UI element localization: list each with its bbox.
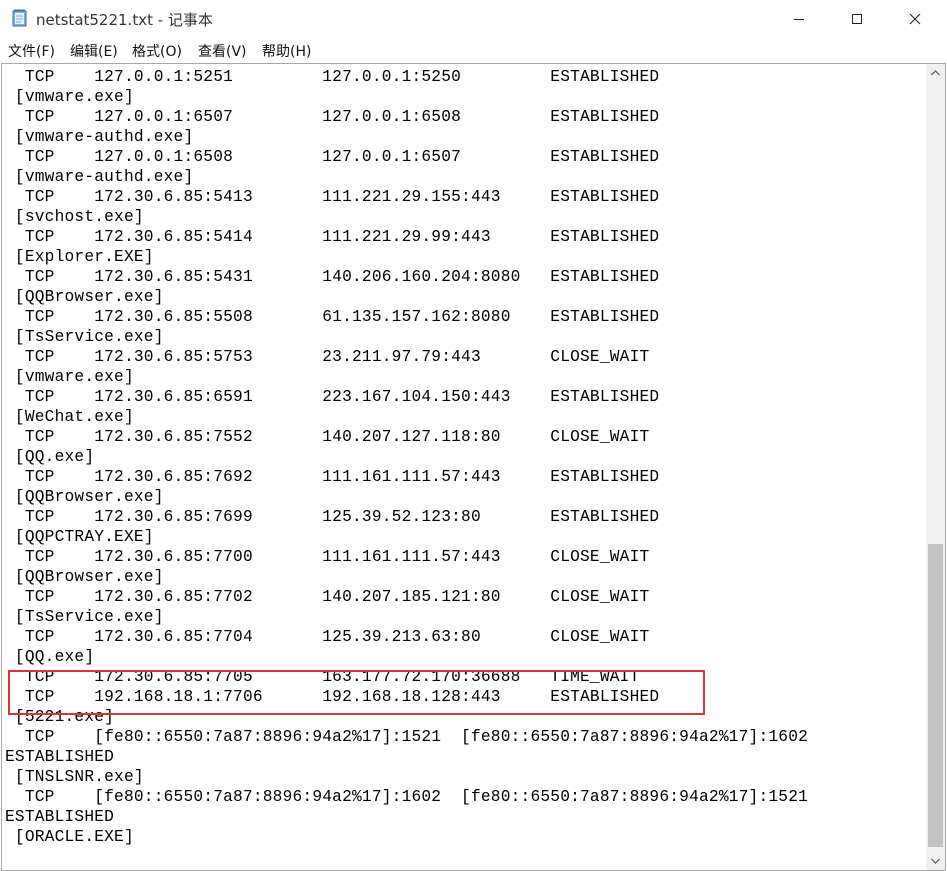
chevron-down-icon (931, 858, 940, 864)
maximize-icon (852, 14, 862, 24)
maximize-button[interactable] (828, 0, 886, 38)
text-line: TCP 172.30.6.85:7699 125.39.52.123:80 ES… (5, 508, 660, 526)
text-line: TCP [fe80::6550:7a87:8896:94a2%17]:1521 … (5, 728, 809, 746)
text-line: TCP 127.0.0.1:6507 127.0.0.1:6508 ESTABL… (5, 108, 660, 126)
text-line: TCP 172.30.6.85:6591 223.167.104.150:443… (5, 388, 660, 406)
text-line: TCP 172.30.6.85:7692 111.161.111.57:443 … (5, 468, 660, 486)
close-button[interactable] (886, 0, 944, 38)
text-line: [svchost.exe] (5, 208, 144, 226)
text-line: TCP 172.30.6.85:7700 111.161.111.57:443 … (5, 548, 650, 566)
text-line: TCP 172.30.6.85:7552 140.207.127.118:80 … (5, 428, 650, 446)
chevron-up-icon (931, 70, 940, 76)
window-title: netstat5221.txt - 记事本 (36, 11, 213, 29)
text-line: [QQPCTRAY.EXE] (5, 528, 154, 546)
text-line: TCP 127.0.0.1:6508 127.0.0.1:6507 ESTABL… (5, 148, 660, 166)
text-line: TCP [fe80::6550:7a87:8896:94a2%17]:1602 … (5, 788, 809, 806)
text-line: ESTABLISHED (5, 748, 115, 766)
menu-view[interactable]: 查看(V) (198, 41, 247, 61)
text-line: [vmware-authd.exe] (5, 168, 194, 186)
text-line: [QQ.exe] (5, 648, 95, 666)
menu-format[interactable]: 格式(O) (132, 41, 182, 61)
text-line: [TsService.exe] (5, 328, 164, 346)
text-line: [TsService.exe] (5, 608, 164, 626)
text-line: TCP 172.30.6.85:5508 61.135.157.162:8080… (5, 308, 660, 326)
text-line: TCP 172.30.6.85:5414 111.221.29.99:443 E… (5, 228, 660, 246)
text-line: ESTABLISHED (5, 808, 115, 826)
menu-bar: 文件(F) 编辑(E) 格式(O) 查看(V) 帮助(H) (0, 38, 947, 62)
text-line: TCP 172.30.6.85:7704 125.39.213.63:80 CL… (5, 628, 650, 646)
text-line: [QQBrowser.exe] (5, 568, 164, 586)
text-line: [QQBrowser.exe] (5, 288, 164, 306)
text-line: TCP 172.30.6.85:5431 140.206.160.204:808… (5, 268, 660, 286)
text-line: [vmware.exe] (5, 88, 134, 106)
text-line: [WeChat.exe] (5, 408, 134, 426)
text-line: [vmware.exe] (5, 368, 134, 386)
text-line: [QQBrowser.exe] (5, 488, 164, 506)
minimize-button[interactable] (770, 0, 828, 38)
text-line: TCP 127.0.0.1:5251 127.0.0.1:5250 ESTABL… (5, 68, 660, 86)
text-line: [TNSLSNR.exe] (5, 768, 144, 786)
scroll-down-button[interactable] (926, 852, 945, 870)
text-area[interactable]: TCP 127.0.0.1:5251 127.0.0.1:5250 ESTABL… (2, 64, 926, 870)
menu-file[interactable]: 文件(F) (8, 41, 55, 61)
text-line: TCP 172.30.6.85:5753 23.211.97.79:443 CL… (5, 348, 650, 366)
text-line: [Explorer.EXE] (5, 248, 154, 266)
minimize-icon (794, 19, 804, 20)
title-bar[interactable]: netstat5221.txt - 记事本 (0, 0, 947, 38)
text-line: TCP 172.30.6.85:7702 140.207.185.121:80 … (5, 588, 650, 606)
close-icon (909, 13, 921, 25)
text-line: [vmware-authd.exe] (5, 128, 194, 146)
text-line: [ORACLE.EXE] (5, 828, 134, 846)
highlight-annotation (8, 670, 705, 715)
menu-edit[interactable]: 编辑(E) (70, 41, 118, 61)
text-line: TCP 172.30.6.85:5413 111.221.29.155:443 … (5, 188, 660, 206)
scroll-up-button[interactable] (926, 64, 945, 82)
scroll-thumb[interactable] (928, 544, 943, 847)
text-line: [QQ.exe] (5, 448, 95, 466)
vertical-scrollbar[interactable] (926, 64, 945, 870)
menu-help[interactable]: 帮助(H) (262, 41, 311, 61)
notepad-icon (12, 9, 28, 27)
editor[interactable]: TCP 127.0.0.1:5251 127.0.0.1:5250 ESTABL… (1, 63, 946, 871)
